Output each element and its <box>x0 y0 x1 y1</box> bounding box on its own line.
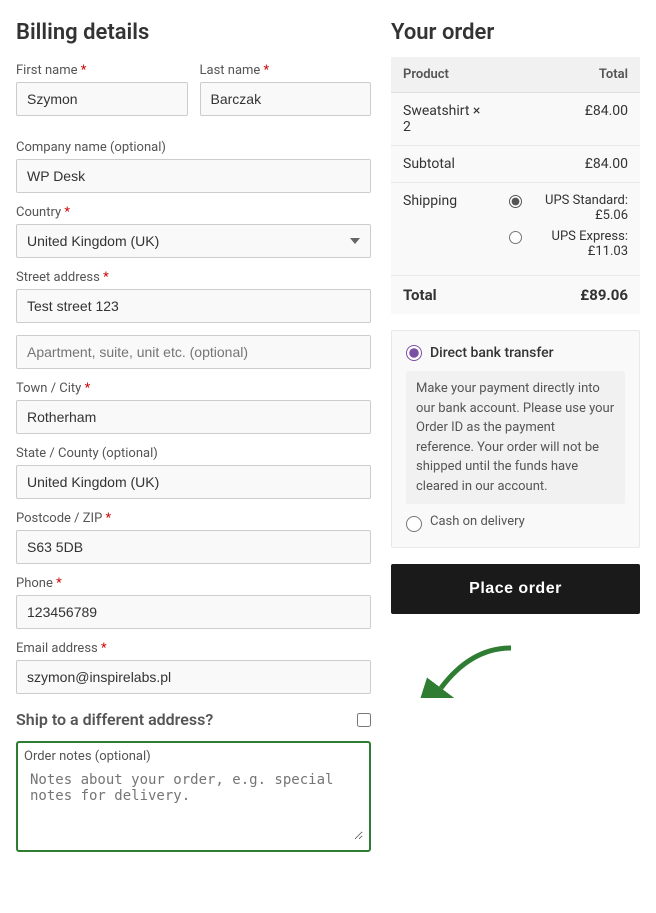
state-group: State / County (optional) <box>16 446 371 499</box>
shipping-options-col: UPS Standard: £5.06 UPS Express: £11.03 <box>497 183 640 276</box>
place-order-button[interactable]: Place order <box>391 564 640 614</box>
order-notes-textarea[interactable] <box>24 768 363 840</box>
subtotal-row: Subtotal £84.00 <box>391 146 640 183</box>
phone-group: Phone * <box>16 576 371 629</box>
apartment-input[interactable] <box>16 335 371 369</box>
shipping-radio-standard[interactable] <box>509 195 522 208</box>
ship-different-checkbox[interactable] <box>357 713 371 727</box>
phone-input[interactable] <box>16 595 371 629</box>
email-group: Email address * <box>16 641 371 694</box>
state-input[interactable] <box>16 465 371 499</box>
email-label: Email address * <box>16 641 371 656</box>
city-input[interactable] <box>16 400 371 434</box>
green-arrow-icon <box>401 638 521 698</box>
name-row: First name * Last name * <box>16 63 371 128</box>
first-name-label: First name * <box>16 63 188 78</box>
order-table-header: Product Total <box>391 57 640 93</box>
direct-bank-option: Direct bank transfer <box>406 345 625 361</box>
last-name-group: Last name * <box>200 63 372 116</box>
shipping-option-standard: UPS Standard: £5.06 <box>509 193 628 223</box>
direct-bank-radio[interactable] <box>406 345 422 361</box>
order-table: Product Total Sweatshirt × 2 £84.00 Subt… <box>391 57 640 314</box>
cash-delivery-label[interactable]: Cash on delivery <box>430 514 525 529</box>
email-input[interactable] <box>16 660 371 694</box>
shipping-option-express: UPS Express: £11.03 <box>509 229 628 259</box>
street-group: Street address * <box>16 270 371 323</box>
phone-label: Phone * <box>16 576 371 591</box>
country-select[interactable]: United Kingdom (UK) <box>16 224 371 258</box>
country-label: Country * <box>16 205 371 220</box>
order-section: Your order Product Total Sweatshirt × 2 … <box>391 20 640 852</box>
state-label: State / County (optional) <box>16 446 371 461</box>
total-col-header: Total <box>497 57 640 93</box>
shipping-row: Shipping UPS Standard: £5.06 UPS Express… <box>391 183 640 276</box>
postcode-input[interactable] <box>16 530 371 564</box>
total-value: £89.06 <box>497 276 640 315</box>
billing-title: Billing details <box>16 20 371 45</box>
cash-option: Cash on delivery <box>406 514 625 533</box>
billing-section: Billing details First name * Last name *… <box>16 20 371 852</box>
postcode-label: Postcode / ZIP * <box>16 511 371 526</box>
order-item-name: Sweatshirt × 2 <box>391 93 497 146</box>
total-row: Total £89.06 <box>391 276 640 315</box>
shipping-label: Shipping <box>391 183 497 276</box>
cash-delivery-radio[interactable] <box>406 516 422 532</box>
shipping-radio-express[interactable] <box>509 231 522 244</box>
direct-bank-description: Make your payment directly into our bank… <box>406 371 625 504</box>
company-input[interactable] <box>16 159 371 193</box>
first-name-input[interactable] <box>16 82 188 116</box>
company-label: Company name (optional) <box>16 140 371 155</box>
postcode-group: Postcode / ZIP * <box>16 511 371 564</box>
city-group: Town / City * <box>16 381 371 434</box>
arrow-container <box>391 638 640 698</box>
payment-box: Direct bank transfer Make your payment d… <box>391 330 640 548</box>
first-name-group: First name * <box>16 63 188 116</box>
shipping-standard-label: UPS Standard: £5.06 <box>528 193 628 223</box>
subtotal-label: Subtotal <box>391 146 497 183</box>
city-label: Town / City * <box>16 381 371 396</box>
street-label: Street address * <box>16 270 371 285</box>
ship-different-row: Ship to a different address? <box>16 710 371 729</box>
shipping-express-label: UPS Express: £11.03 <box>528 229 628 259</box>
your-order-title: Your order <box>391 20 640 45</box>
order-notes-label: Order notes (optional) <box>24 749 363 764</box>
country-group: Country * United Kingdom (UK) <box>16 205 371 258</box>
total-label: Total <box>391 276 497 315</box>
apartment-group: document.querySelector('[data-name="apar… <box>16 335 371 369</box>
order-notes-group: Order notes (optional) <box>16 741 371 852</box>
subtotal-value: £84.00 <box>497 146 640 183</box>
order-item-row: Sweatshirt × 2 £84.00 <box>391 93 640 146</box>
company-group: Company name (optional) <box>16 140 371 193</box>
order-item-total: £84.00 <box>497 93 640 146</box>
product-col-header: Product <box>391 57 497 93</box>
last-name-input[interactable] <box>200 82 372 116</box>
direct-bank-label[interactable]: Direct bank transfer <box>430 345 554 361</box>
last-name-label: Last name * <box>200 63 372 78</box>
street-input[interactable] <box>16 289 371 323</box>
ship-different-label: Ship to a different address? <box>16 710 213 729</box>
